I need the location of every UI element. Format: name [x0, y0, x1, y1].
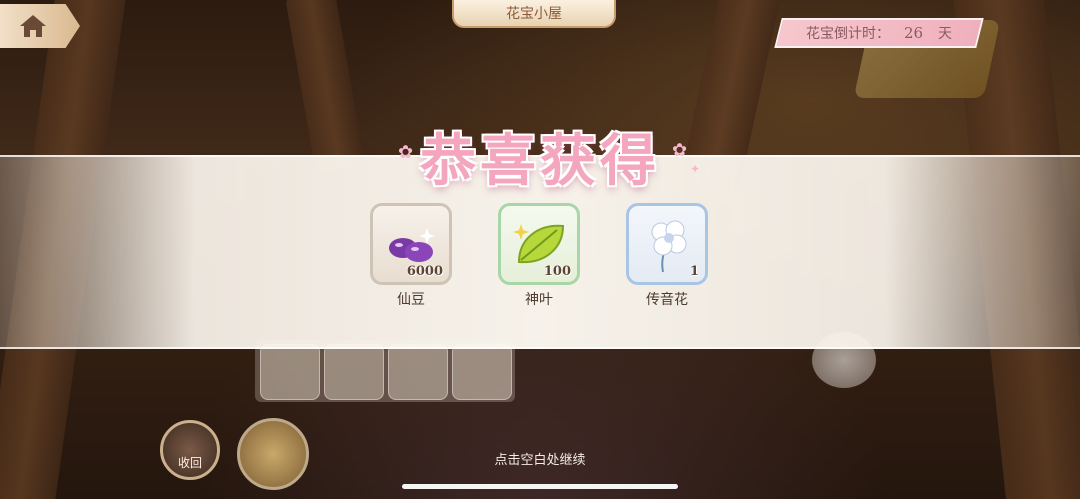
- reward-quantity: 100: [543, 264, 571, 279]
- system-home-indicator[interactable]: [402, 484, 678, 489]
- reward-quantity: 6000: [406, 264, 443, 279]
- tray-item: [388, 344, 448, 400]
- reward-frame: 1: [626, 203, 708, 285]
- continue-hint[interactable]: 点击空白处继续: [0, 449, 1080, 468]
- reward-frame: 6000: [370, 203, 452, 285]
- countdown-unit: 天: [937, 26, 952, 42]
- tray-item: [260, 344, 320, 400]
- reward-item-chuanyinhua[interactable]: 1 传音花: [626, 203, 708, 309]
- reward-name: 仙豆: [397, 292, 425, 308]
- home-icon: [20, 15, 46, 37]
- reward-name: 神叶: [525, 292, 553, 308]
- countdown-badge: 花宝倒计时： 26 天: [774, 18, 984, 48]
- countdown-label: 花宝倒计时：: [806, 26, 891, 42]
- home-button[interactable]: [0, 4, 80, 48]
- reward-frame: 100: [498, 203, 580, 285]
- tray-item: [452, 344, 512, 400]
- reward-item-xiandou[interactable]: 6000 仙豆: [370, 203, 452, 309]
- reward-quantity: 1: [689, 264, 699, 279]
- reward-name: 传音花: [646, 292, 688, 308]
- popup-title: 恭喜获得: [420, 128, 660, 194]
- countdown-value: 26: [904, 24, 924, 42]
- location-title: 花宝小屋: [452, 0, 616, 28]
- reward-item-shenye[interactable]: 100 神叶: [498, 203, 580, 309]
- tray-item: [324, 344, 384, 400]
